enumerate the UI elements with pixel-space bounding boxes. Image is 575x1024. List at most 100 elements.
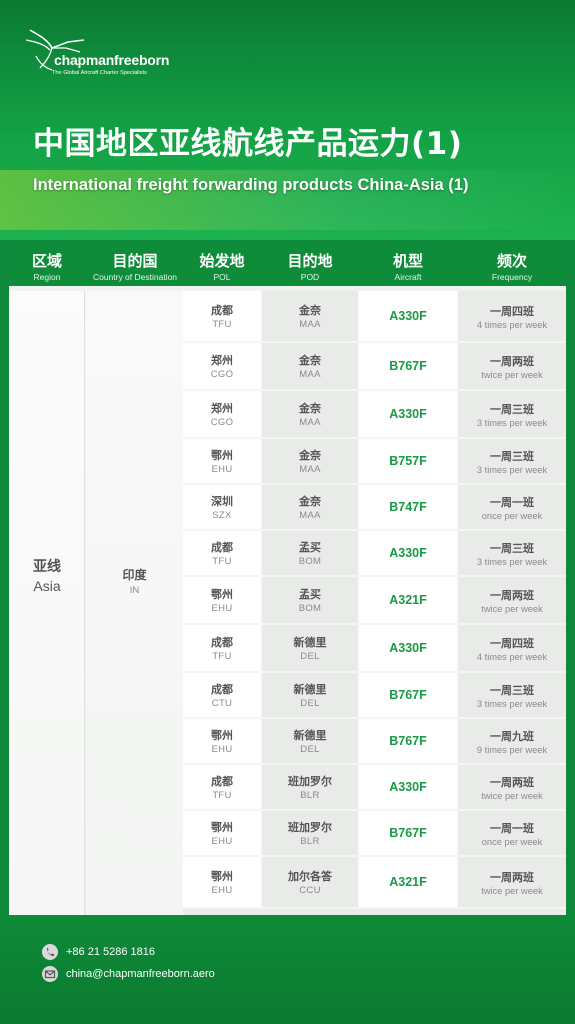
logo-bird-icon xyxy=(25,29,85,71)
brand-name: chapmanfreeborn xyxy=(54,52,170,68)
table-row: 成都 CTU 新德里 DEL B767F 一周三班 3 times per week xyxy=(183,673,566,719)
brand-logo: chapmanfreeborn The Global Aircraft Char… xyxy=(22,22,182,82)
frequency-en: 3 times per week xyxy=(476,464,548,475)
pod-cell: 金奈 MAA xyxy=(262,291,358,341)
frequency-en: twice per week xyxy=(481,885,543,896)
pol-cn: 成都 xyxy=(211,304,233,317)
pol-code: EHU xyxy=(211,744,233,755)
pol-code: TFU xyxy=(212,651,232,662)
frequency-cn: 一周三班 xyxy=(490,402,534,416)
aircraft-cell: A330F xyxy=(359,531,457,575)
frequency-cn: 一周三班 xyxy=(490,541,534,555)
pol-cell: 成都 TFU xyxy=(183,531,261,575)
frequency-en: 4 times per week xyxy=(476,651,548,662)
pod-cn: 加尔各答 xyxy=(288,870,332,883)
frequency-en: twice per week xyxy=(481,369,543,380)
pod-code: BLR xyxy=(300,790,320,801)
pod-code: DEL xyxy=(300,651,320,662)
pol-code: CGO xyxy=(210,369,234,380)
pod-cell: 孟买 BOM xyxy=(262,531,358,575)
header-region: 区域 Region xyxy=(31,252,62,282)
frequency-cell: 一周三班 3 times per week xyxy=(458,391,566,437)
frequency-cn: 一周两班 xyxy=(490,354,534,368)
frequency-cell: 一周一班 once per week xyxy=(458,811,566,855)
aircraft-cell: A330F xyxy=(359,765,457,809)
pod-code: MAA xyxy=(299,369,321,380)
aircraft-type: A330F xyxy=(389,641,427,655)
pol-cell: 成都 CTU xyxy=(183,673,261,717)
pod-cn: 金奈 xyxy=(299,449,321,462)
pol-code: TFU xyxy=(212,790,232,801)
pod-cell: 班加罗尔 BLR xyxy=(262,811,358,855)
table-row: 鄂州 EHU 孟买 BOM A321F 一周两班 twice per week xyxy=(183,577,566,625)
frequency-en: 4 times per week xyxy=(476,319,548,330)
table-row: 成都 TFU 孟买 BOM A330F 一周三班 3 times per week xyxy=(183,531,566,577)
header-country: 目的国 Country of Destination xyxy=(92,252,178,282)
frequency-cn: 一周两班 xyxy=(490,870,534,884)
pod-cn: 金奈 xyxy=(299,495,321,508)
frequency-cn: 一周三班 xyxy=(490,683,534,697)
pod-cn: 孟买 xyxy=(299,588,321,601)
frequency-cell: 一周两班 twice per week xyxy=(458,577,566,623)
aircraft-cell: B767F xyxy=(359,673,457,717)
pol-cn: 鄂州 xyxy=(211,449,233,462)
pod-cell: 金奈 MAA xyxy=(262,391,358,437)
pod-cell: 新德里 DEL xyxy=(262,719,358,763)
pol-cell: 深圳 SZX xyxy=(183,485,261,529)
pod-cell: 金奈 MAA xyxy=(262,343,358,389)
frequency-en: 3 times per week xyxy=(476,417,548,428)
pod-cn: 新德里 xyxy=(293,636,327,649)
frequency-cell: 一周一班 once per week xyxy=(458,485,566,529)
table-row: 郑州 CGO 金奈 MAA A330F 一周三班 3 times per week xyxy=(183,391,566,439)
pol-cn: 鄂州 xyxy=(211,729,233,742)
pol-cn: 郑州 xyxy=(211,402,233,415)
pod-cn: 金奈 xyxy=(299,402,321,415)
frequency-en: twice per week xyxy=(481,790,543,801)
pod-cn: 金奈 xyxy=(299,354,321,367)
frequency-cell: 一周两班 twice per week xyxy=(458,765,566,809)
table-row: 成都 TFU 金奈 MAA A330F 一周四班 4 times per week xyxy=(183,291,566,343)
table-body: 亚线 Asia 印度 IN 成都 TFU 金奈 MAA A330F 一周四班 4 times… xyxy=(9,291,566,915)
pol-cn: 成都 xyxy=(211,683,233,696)
pod-cn: 新德里 xyxy=(293,683,327,696)
frequency-cn: 一周三班 xyxy=(490,449,534,463)
aircraft-type: B757F xyxy=(389,454,427,468)
aircraft-type: B767F xyxy=(389,826,427,840)
pod-cell: 新德里 DEL xyxy=(262,673,358,717)
pol-cn: 郑州 xyxy=(211,354,233,367)
brand-tagline: The Global Aircraft Charter Specialists xyxy=(52,70,147,76)
pod-cn: 孟买 xyxy=(299,541,321,554)
aircraft-cell: B767F xyxy=(359,719,457,763)
pol-code: EHU xyxy=(211,885,233,896)
pol-code: SZX xyxy=(212,510,232,521)
aircraft-type: A330F xyxy=(389,309,427,323)
header-pol: 始发地 POL xyxy=(199,252,245,282)
pol-code: TFU xyxy=(212,556,232,567)
pol-cell: 郑州 CGO xyxy=(183,343,261,389)
aircraft-type: A330F xyxy=(389,407,427,421)
region-cell: 亚线 Asia xyxy=(33,559,61,594)
page-title-cn: 中国地区亚线航线产品运力(1) xyxy=(33,126,463,162)
pol-cn: 鄂州 xyxy=(211,870,233,883)
pol-cn: 鄂州 xyxy=(211,588,233,601)
frequency-en: once per week xyxy=(481,510,543,521)
table-row: 鄂州 EHU 加尔各答 CCU A321F 一周两班 twice per week xyxy=(183,857,566,909)
pol-cn: 成都 xyxy=(211,775,233,788)
frequency-cell: 一周两班 twice per week xyxy=(458,343,566,389)
aircraft-cell: A321F xyxy=(359,857,457,907)
pod-cell: 班加罗尔 BLR xyxy=(262,765,358,809)
table-row: 鄂州 EHU 新德里 DEL B767F 一周九班 9 times per week xyxy=(183,719,566,765)
pol-cell: 鄂州 EHU xyxy=(183,577,261,623)
contact-email[interactable]: china@chapmanfreeborn.aero xyxy=(42,966,215,982)
pod-cn: 班加罗尔 xyxy=(288,821,332,834)
aircraft-cell: B747F xyxy=(359,485,457,529)
contact-phone[interactable]: +86 21 5286 1816 xyxy=(42,944,155,960)
table-row: 鄂州 EHU 金奈 MAA B757F 一周三班 3 times per week xyxy=(183,439,566,485)
phone-icon xyxy=(42,944,58,960)
frequency-en: twice per week xyxy=(481,603,543,614)
capacity-table: 区域 Region 目的国 Country of Destination 始发地 PO… xyxy=(9,241,566,915)
pol-cn: 成都 xyxy=(211,541,233,554)
frequency-cn: 一周两班 xyxy=(490,588,534,602)
pod-code: CCU xyxy=(299,885,321,896)
frequency-en: 3 times per week xyxy=(476,698,548,709)
